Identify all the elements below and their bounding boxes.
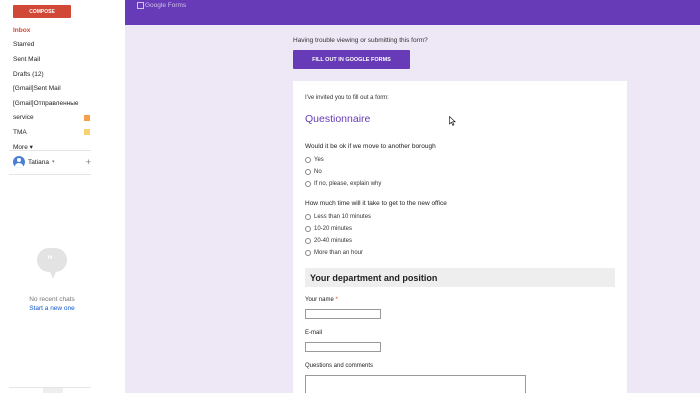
field-label-text: Your name xyxy=(305,297,334,303)
radio-button[interactable] xyxy=(305,180,311,187)
hangouts-user[interactable]: Tatiana ▾ + xyxy=(13,155,91,169)
comments-field-label: Questions and comments xyxy=(305,363,374,369)
more-folders[interactable]: More ▾ xyxy=(13,140,93,155)
question-title: Would it be ok if we move to another bor… xyxy=(305,143,436,150)
broken-image-icon xyxy=(137,2,144,9)
divider xyxy=(9,174,91,175)
compose-button[interactable]: COMPOSE xyxy=(13,5,71,18)
chevron-down-icon[interactable]: ▾ xyxy=(52,159,55,165)
radio-button[interactable] xyxy=(305,237,311,244)
folder-drafts[interactable]: Drafts (12) xyxy=(13,67,93,82)
option-label: No xyxy=(314,168,322,175)
email-field-label: E-mail xyxy=(305,330,323,336)
radio-option[interactable]: 20-40 minutes xyxy=(305,236,352,245)
radio-button[interactable] xyxy=(305,213,311,220)
required-marker: * xyxy=(335,297,338,303)
chat-bubble-icon: " xyxy=(37,248,67,279)
user-avatar-icon xyxy=(13,156,25,168)
folder-label: Starred xyxy=(13,41,35,49)
arrow-cursor-icon xyxy=(449,116,456,126)
google-forms-logo: Google Forms xyxy=(137,2,186,9)
folder-label: Sent Mail xyxy=(13,55,41,63)
option-label: Yes xyxy=(314,156,324,163)
logo-alt-text: Google Forms xyxy=(145,2,187,9)
option-label: If no, please, explain why xyxy=(314,180,382,187)
invited-text: I've invited you to fill out a form: xyxy=(305,95,389,101)
radio-button[interactable] xyxy=(305,156,311,163)
email-body: Google Forms Having trouble viewing or s… xyxy=(125,0,700,393)
bottom-tab[interactable] xyxy=(43,388,63,393)
forms-header-banner: Google Forms xyxy=(125,0,700,25)
label-service[interactable]: service xyxy=(13,111,93,126)
radio-option[interactable]: Less than 10 minutes xyxy=(305,212,371,221)
option-label: More than an hour xyxy=(314,249,364,256)
radio-button[interactable] xyxy=(305,249,311,256)
radio-button[interactable] xyxy=(305,225,311,232)
option-label: Less than 10 minutes xyxy=(314,213,372,220)
folder-label: [Gmail]Отправленные xyxy=(13,99,79,107)
label-color-swatch xyxy=(84,129,90,136)
name-field-label: Your name * xyxy=(305,297,338,303)
radio-option[interactable]: If no, please, explain why xyxy=(305,179,381,188)
comments-textarea[interactable] xyxy=(305,375,526,393)
folder-sent-mail[interactable]: Sent Mail xyxy=(13,52,93,67)
folder-label: Inbox xyxy=(13,26,31,34)
add-chat-icon[interactable]: + xyxy=(86,157,91,167)
question-title: How much time will it take to get to the… xyxy=(305,200,447,207)
folder-gmail-sent-ru[interactable]: [Gmail]Отправленные xyxy=(13,96,93,111)
radio-option[interactable]: No xyxy=(305,167,322,176)
folder-label: [Gmail]Sent Mail xyxy=(13,85,61,93)
radio-option[interactable]: More than an hour xyxy=(305,248,363,257)
start-chat-link[interactable]: Start a new one xyxy=(0,305,104,312)
form-card: I've invited you to fill out a form: Que… xyxy=(293,81,627,393)
email-input[interactable] xyxy=(305,342,381,352)
fill-out-button[interactable]: FILL OUT IN GOOGLE FORMS xyxy=(293,50,410,69)
radio-button[interactable] xyxy=(305,168,311,175)
user-name: Tatiana xyxy=(28,158,49,166)
form-title[interactable]: Questionnaire xyxy=(305,113,370,125)
gmail-sidebar: COMPOSE Inbox Starred Sent Mail Drafts (… xyxy=(0,0,125,393)
folder-gmail-sent[interactable]: [Gmail]Sent Mail xyxy=(13,81,93,96)
folder-label: Drafts (12) xyxy=(13,70,44,78)
label-tma[interactable]: TMA xyxy=(13,125,93,140)
section-header: Your department and position xyxy=(305,268,615,287)
trouble-text: Having trouble viewing or submitting thi… xyxy=(293,37,428,44)
folder-list: Inbox Starred Sent Mail Drafts (12) [Gma… xyxy=(13,23,93,154)
option-label: 10-20 minutes xyxy=(314,225,353,232)
folder-starred[interactable]: Starred xyxy=(13,38,93,53)
no-chats-text: No recent chats xyxy=(29,296,75,303)
radio-option[interactable]: Yes xyxy=(305,155,324,164)
radio-option[interactable]: 10-20 minutes xyxy=(305,224,352,233)
label-color-swatch xyxy=(84,114,90,121)
name-input[interactable] xyxy=(305,309,381,319)
option-label: 20-40 minutes xyxy=(314,237,353,244)
folder-inbox[interactable]: Inbox xyxy=(13,23,93,38)
folder-label: TMA xyxy=(13,128,27,136)
folder-label: service xyxy=(13,114,34,122)
divider xyxy=(9,150,91,151)
